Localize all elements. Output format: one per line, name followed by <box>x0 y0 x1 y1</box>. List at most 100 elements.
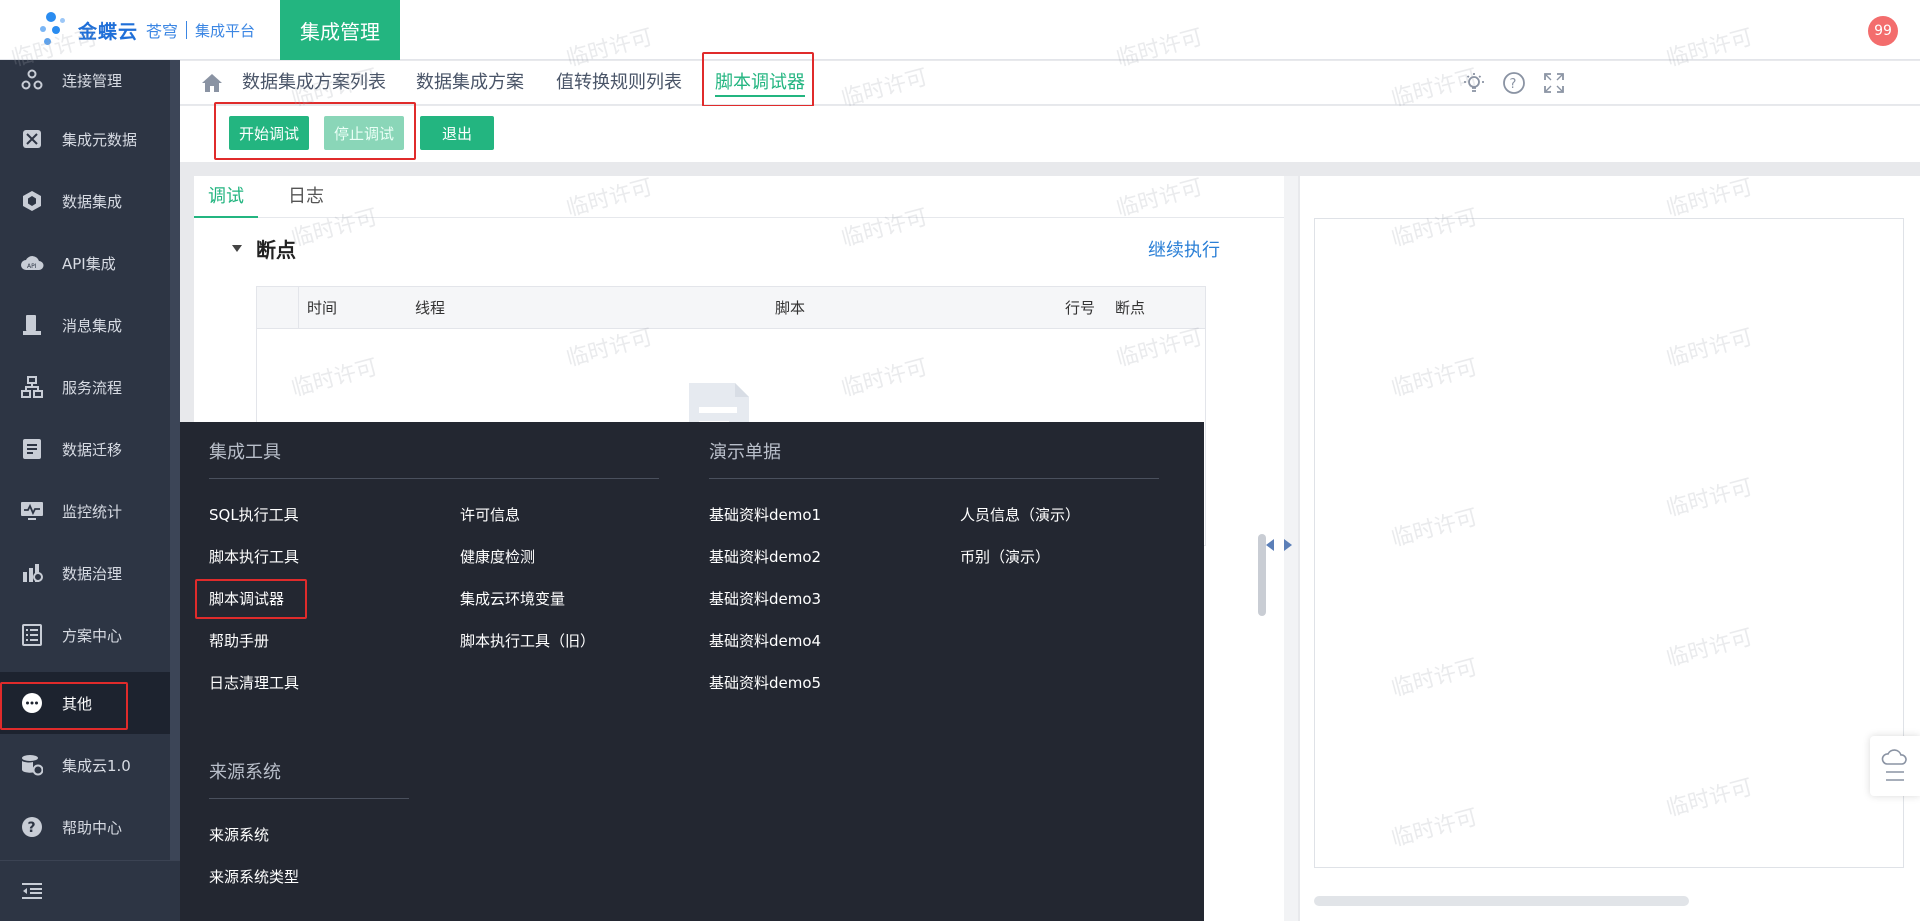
menu-item-sql-tool[interactable]: SQL执行工具 <box>209 504 299 525</box>
sidebar-item-label: 集成云1.0 <box>62 756 131 775</box>
api-cloud-icon: API <box>20 251 44 275</box>
sidebar-item-metadata[interactable]: 集成元数据 <box>0 108 170 170</box>
sidebar-item-cloud-v1[interactable]: 集成云1.0 <box>0 734 170 796</box>
exit-button[interactable]: 退出 <box>420 116 494 150</box>
governance-icon <box>20 561 44 585</box>
menu-group-source-systems: 来源系统 <box>209 762 281 783</box>
user-avatar-badge[interactable]: 99 <box>1868 16 1898 46</box>
menu-item-help-manual[interactable]: 帮助手册 <box>209 630 269 651</box>
menu-group-integration-tools: 集成工具 <box>209 442 281 463</box>
sidebar-item-data-integration[interactable]: 数据集成 <box>0 170 170 232</box>
migration-icon <box>20 437 44 461</box>
script-editor-area[interactable] <box>1314 218 1904 868</box>
menu-item-env-vars[interactable]: 集成云环境变量 <box>460 588 565 609</box>
menu-item-demo4[interactable]: 基础资料demo4 <box>709 630 821 651</box>
tab-value-rules[interactable]: 值转换规则列表 <box>556 61 682 105</box>
sidebar-item-label: 服务流程 <box>62 378 123 397</box>
menu-group-demo-docs: 演示单据 <box>709 442 781 463</box>
svg-text:?: ? <box>1510 77 1517 92</box>
sidebar-item-label: 连接管理 <box>62 71 123 90</box>
table-select-column[interactable] <box>257 287 299 329</box>
menu-item-source-system-type[interactable]: 来源系统类型 <box>209 866 299 887</box>
sidebar-item-label: 数据迁移 <box>62 440 123 459</box>
tab-solution[interactable]: 数据集成方案 <box>416 61 524 105</box>
column-thread: 线程 <box>415 299 446 317</box>
highlight-box-tab <box>702 52 814 107</box>
breakpoints-title: 断点 <box>256 238 296 262</box>
column-breakpoint: 断点 <box>1115 299 1146 317</box>
sidebar-item-label: 消息集成 <box>62 316 123 335</box>
sidebar-item-api[interactable]: API API集成 <box>0 232 170 294</box>
sidebar-item-governance[interactable]: 数据治理 <box>0 542 170 604</box>
sidebar-collapse-area <box>0 860 180 921</box>
breakpoints-section-header[interactable]: 断点 <box>232 234 296 263</box>
cloud-float-button[interactable] <box>1870 736 1920 796</box>
sidebar-scrollbar[interactable] <box>170 60 180 860</box>
menu-item-demo5[interactable]: 基础资料demo5 <box>709 672 821 693</box>
home-icon[interactable] <box>200 71 224 95</box>
metadata-icon <box>20 127 44 151</box>
fullscreen-icon[interactable] <box>1542 71 1566 95</box>
collapse-menu-icon[interactable] <box>20 879 44 903</box>
sidebar-item-label: 数据集成 <box>62 192 123 211</box>
horizontal-scrollbar[interactable] <box>1314 896 1689 906</box>
highlight-box-script-debugger <box>195 579 307 619</box>
subtab-debug[interactable]: 调试 <box>194 176 258 218</box>
question-icon[interactable]: ? <box>1502 71 1526 95</box>
menu-item-health-check[interactable]: 健康度检测 <box>460 546 535 567</box>
workflow-icon <box>20 375 44 399</box>
menu-divider <box>209 798 409 799</box>
menu-item-demo1[interactable]: 基础资料demo1 <box>709 504 821 525</box>
svg-text:API: API <box>27 263 37 270</box>
menu-item-person-demo[interactable]: 人员信息（演示） <box>960 504 1080 525</box>
sidebar: 连接管理 集成元数据 数据集成 API API集成 消息集成 服务流程 数据迁移… <box>0 60 180 921</box>
sidebar-item-label: API集成 <box>62 254 116 273</box>
sidebar-item-label: 集成元数据 <box>62 130 138 149</box>
menu-item-source-system[interactable]: 来源系统 <box>209 824 269 845</box>
sidebar-item-message[interactable]: 消息集成 <box>0 294 170 356</box>
column-script: 脚本 <box>775 299 806 317</box>
lightbulb-icon[interactable] <box>1462 71 1486 95</box>
menu-divider <box>209 478 659 479</box>
sidebar-item-connection[interactable]: 连接管理 <box>0 60 170 100</box>
brand-name: 金蝶云 <box>78 20 139 43</box>
app-root: 金蝶云 苍穹 集成平台 集成管理 99 连接管理 集成元数据 数据集成 API … <box>0 0 1920 921</box>
continue-execution-link[interactable]: 继续执行 <box>1148 236 1220 262</box>
menu-item-demo2[interactable]: 基础资料demo2 <box>709 546 821 567</box>
highlight-box-other <box>0 682 128 730</box>
sidebar-item-monitor[interactable]: 监控统计 <box>0 480 170 542</box>
brand-logo[interactable]: 金蝶云 苍穹 集成平台 <box>40 10 255 50</box>
menu-item-script-exec-tool[interactable]: 脚本执行工具 <box>209 546 299 567</box>
sidebar-item-label: 数据治理 <box>62 564 123 583</box>
menu-item-demo3[interactable]: 基础资料demo3 <box>709 588 821 609</box>
sidebar-item-workflow[interactable]: 服务流程 <box>0 356 170 418</box>
database-gear-icon <box>20 753 44 777</box>
debugger-toolbar: 开始调试 停止调试 退出 <box>180 102 1920 162</box>
menu-item-license-info[interactable]: 许可信息 <box>460 504 520 525</box>
sidebar-item-help[interactable]: ? 帮助中心 <box>0 796 170 858</box>
caret-down-icon <box>232 245 242 252</box>
sidebar-item-solution-center[interactable]: 方案中心 <box>0 604 170 666</box>
menu-item-log-cleanup[interactable]: 日志清理工具 <box>209 672 299 693</box>
menu-item-script-exec-old[interactable]: 脚本执行工具（旧） <box>460 630 595 651</box>
data-integration-icon <box>20 189 44 213</box>
sidebar-item-label: 帮助中心 <box>62 818 123 837</box>
tab-solution-list[interactable]: 数据集成方案列表 <box>242 61 386 105</box>
highlight-box-debug-buttons <box>214 102 416 160</box>
page-tabs-bar: 数据集成方案列表 数据集成方案 值转换规则列表 脚本调试器 ? <box>180 52 1920 107</box>
module-integration-management[interactable]: 集成管理 <box>280 0 400 60</box>
brand-sub: 苍穹 <box>146 22 179 41</box>
menu-item-currency-demo[interactable]: 币别（演示） <box>960 546 1050 567</box>
list-icon <box>20 623 44 647</box>
subtab-log[interactable]: 日志 <box>288 176 324 218</box>
sidebar-item-migration[interactable]: 数据迁移 <box>0 418 170 480</box>
debug-right-card <box>1300 176 1920 921</box>
splitter-handle[interactable] <box>1258 534 1266 616</box>
column-line: 行号 <box>1065 299 1096 317</box>
message-icon <box>20 313 44 337</box>
platform-name: 集成平台 <box>195 21 256 40</box>
sidebar-item-label: 方案中心 <box>62 626 123 645</box>
monitor-icon <box>20 499 44 523</box>
menu-divider <box>709 478 1159 479</box>
splitter-arrows-icon[interactable] <box>1266 536 1292 551</box>
